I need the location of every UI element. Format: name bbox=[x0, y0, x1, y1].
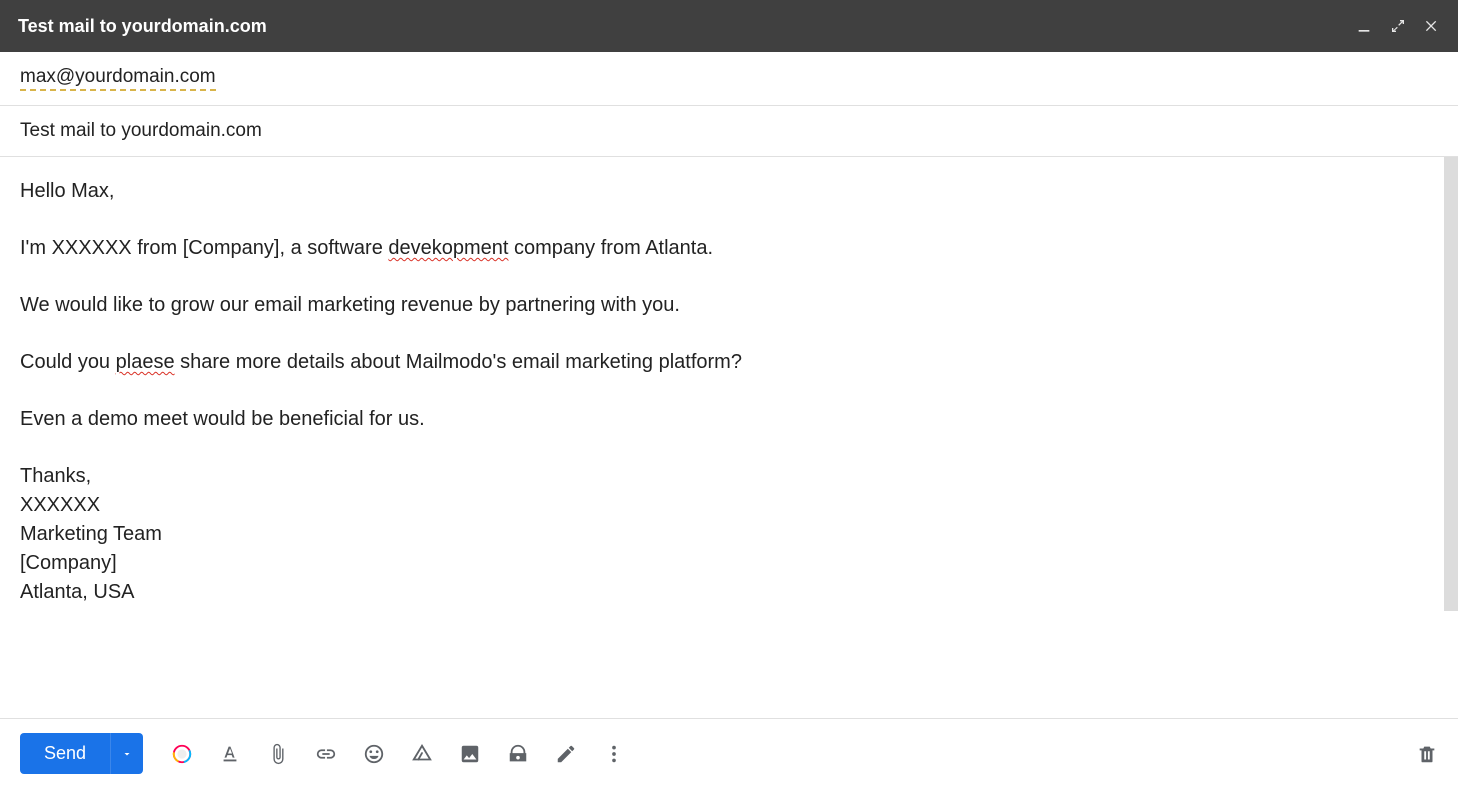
insert-photo-icon[interactable] bbox=[459, 743, 481, 765]
formatting-toolbar bbox=[171, 743, 625, 765]
insert-link-icon[interactable] bbox=[315, 743, 337, 765]
body-paragraph-3: Could you plaese share more details abou… bbox=[20, 348, 1438, 377]
send-button[interactable]: Send bbox=[20, 733, 110, 774]
compose-body[interactable]: Hello Max, I'm XXXXXX from [Company], a … bbox=[0, 157, 1458, 718]
window-controls bbox=[1356, 18, 1440, 34]
to-field[interactable]: max@yourdomain.com bbox=[0, 52, 1458, 106]
spelling-error[interactable]: plaese bbox=[116, 351, 175, 373]
insert-signature-icon[interactable] bbox=[555, 743, 577, 765]
body-greeting: Hello Max, bbox=[20, 177, 1438, 206]
compose-title: Test mail to yourdomain.com bbox=[18, 16, 267, 37]
insert-emoji-icon[interactable] bbox=[363, 743, 385, 765]
send-options-button[interactable] bbox=[110, 733, 143, 774]
text-format-icon[interactable] bbox=[219, 743, 241, 765]
body-paragraph-2: We would like to grow our email marketin… bbox=[20, 291, 1438, 320]
restore-icon[interactable] bbox=[1390, 18, 1406, 34]
recipient-chip[interactable]: max@yourdomain.com bbox=[20, 66, 216, 91]
more-options-icon[interactable] bbox=[603, 743, 625, 765]
spelling-error[interactable]: devekopment bbox=[388, 237, 508, 259]
body-paragraph-4: Even a demo meet would be beneficial for… bbox=[20, 405, 1438, 434]
compose-header: Test mail to yourdomain.com bbox=[0, 0, 1458, 52]
minimize-icon[interactable] bbox=[1356, 18, 1372, 34]
body-scrollbar[interactable] bbox=[1444, 157, 1458, 611]
send-group: Send bbox=[20, 733, 143, 774]
close-icon[interactable] bbox=[1424, 18, 1440, 34]
confidential-mode-icon[interactable] bbox=[507, 743, 529, 765]
discard-draft-icon[interactable] bbox=[1416, 743, 1438, 765]
insert-drive-icon[interactable] bbox=[411, 743, 433, 765]
subject-field[interactable]: Test mail to yourdomain.com bbox=[0, 106, 1458, 157]
compose-toolbar: Send bbox=[0, 718, 1458, 790]
body-paragraph-1: I'm XXXXXX from [Company], a software de… bbox=[20, 234, 1438, 263]
attach-file-icon[interactable] bbox=[267, 743, 289, 765]
grammar-check-icon[interactable] bbox=[171, 743, 193, 765]
body-signature: Thanks, XXXXXX Marketing Team [Company] … bbox=[20, 462, 1438, 607]
compose-window: Test mail to yourdomain.com max@yourdoma… bbox=[0, 0, 1458, 790]
